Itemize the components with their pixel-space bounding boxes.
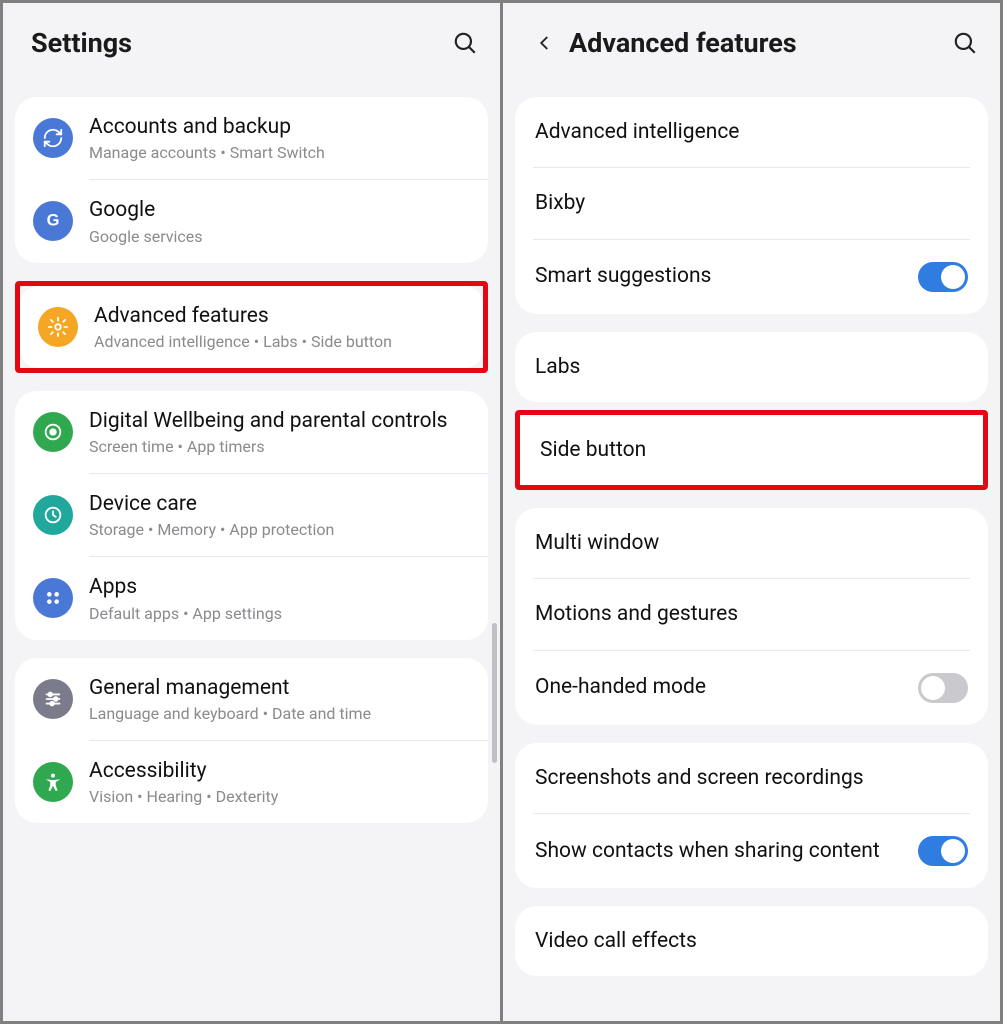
- row-subtitle: Manage accounts • Smart Switch: [89, 143, 470, 162]
- toggle-switch[interactable]: [918, 836, 968, 866]
- settings-group: Video call effects: [515, 906, 988, 976]
- settings-group: Multi window Motions and gestures One-hand…: [515, 508, 988, 725]
- settings-item-advanced-intelligence[interactable]: Advanced intelligence: [515, 97, 988, 167]
- row-title: Bixby: [535, 190, 968, 216]
- settings-item-video-call-effects[interactable]: Video call effects: [515, 906, 988, 976]
- settings-group: Digital Wellbeing and parental controls S…: [15, 391, 488, 640]
- row-subtitle: Default apps • App settings: [89, 604, 470, 623]
- sync-icon: [33, 118, 73, 158]
- advanced-list[interactable]: Advanced intelligence Bixby Smart suggesti…: [503, 79, 1000, 1021]
- search-icon: [952, 30, 978, 56]
- google-icon: G: [33, 201, 73, 241]
- row-subtitle: Storage • Memory • App protection: [89, 520, 470, 539]
- row-title: Apps: [89, 574, 470, 600]
- gear-icon: [38, 307, 78, 347]
- svg-text:G: G: [47, 212, 60, 230]
- apps-icon: [33, 578, 73, 618]
- toggle-switch[interactable]: [918, 262, 968, 292]
- settings-item-multi-window[interactable]: Multi window: [515, 508, 988, 578]
- care-icon: [33, 495, 73, 535]
- row-title: Accessibility: [89, 758, 470, 784]
- settings-item-accounts-and-backup[interactable]: Accounts and backup Manage accounts • Sma…: [15, 97, 488, 179]
- row-title: Motions and gestures: [535, 601, 968, 627]
- row-title: Advanced features: [94, 303, 465, 329]
- settings-item-general-management[interactable]: General management Language and keyboard …: [15, 658, 488, 740]
- search-button[interactable]: [950, 28, 980, 58]
- settings-item-show-contacts-when-sharing-content[interactable]: Show contacts when sharing content: [515, 814, 988, 888]
- settings-item-digital-wellbeing-and-parental-controls[interactable]: Digital Wellbeing and parental controls S…: [15, 391, 488, 473]
- row-title: Advanced intelligence: [535, 119, 968, 145]
- settings-group: Advanced features Advanced intelligence •…: [20, 286, 483, 368]
- row-text: Device care Storage • Memory • App protec…: [89, 491, 470, 539]
- advanced-features-panel: Advanced features Advanced intelligence B…: [503, 0, 1003, 1024]
- row-subtitle: Vision • Hearing • Dexterity: [89, 787, 470, 806]
- row-text: General management Language and keyboard …: [89, 675, 470, 723]
- page-title: Settings: [31, 27, 440, 59]
- settings-item-google[interactable]: G Google Google services: [15, 180, 488, 262]
- settings-item-accessibility[interactable]: Accessibility Vision • Hearing • Dexterit…: [15, 741, 488, 823]
- advanced-header: Advanced features: [503, 3, 1000, 79]
- settings-item-apps[interactable]: Apps Default apps • App settings: [15, 557, 488, 639]
- toggle-switch[interactable]: [918, 673, 968, 703]
- settings-item-one-handed-mode[interactable]: One-handed mode: [515, 651, 988, 725]
- target-icon: [33, 412, 73, 452]
- settings-group: Accounts and backup Manage accounts • Sma…: [15, 97, 488, 263]
- settings-group: Side button: [515, 410, 988, 490]
- search-button[interactable]: [450, 28, 480, 58]
- settings-list[interactable]: Accounts and backup Manage accounts • Sma…: [3, 79, 500, 1021]
- settings-header: Settings: [3, 3, 500, 79]
- row-text: Apps Default apps • App settings: [89, 574, 470, 622]
- row-text: Digital Wellbeing and parental controls S…: [89, 408, 470, 456]
- sliders-icon: [33, 679, 73, 719]
- row-subtitle: Language and keyboard • Date and time: [89, 704, 470, 723]
- settings-item-smart-suggestions[interactable]: Smart suggestions: [515, 240, 988, 314]
- settings-item-advanced-features[interactable]: Advanced features Advanced intelligence •…: [20, 286, 483, 368]
- row-title: Accounts and backup: [89, 114, 470, 140]
- settings-group: Advanced intelligence Bixby Smart suggesti…: [515, 97, 988, 314]
- settings-group: Labs: [515, 332, 988, 402]
- row-title: Screenshots and screen recordings: [535, 765, 968, 791]
- settings-item-bixby[interactable]: Bixby: [515, 168, 988, 238]
- row-text: Accessibility Vision • Hearing • Dexterit…: [89, 758, 470, 806]
- row-title: One-handed mode: [535, 674, 918, 700]
- row-title: Smart suggestions: [535, 263, 918, 289]
- row-title: Google: [89, 197, 470, 223]
- row-title: Labs: [535, 354, 968, 380]
- settings-group: General management Language and keyboard …: [15, 658, 488, 824]
- row-subtitle: Advanced intelligence • Labs • Side butt…: [94, 332, 465, 351]
- settings-item-motions-and-gestures[interactable]: Motions and gestures: [515, 579, 988, 649]
- row-subtitle: Screen time • App timers: [89, 437, 470, 456]
- row-text: Accounts and backup Manage accounts • Sma…: [89, 114, 470, 162]
- settings-panel: Settings Accounts and backup Manage accou…: [0, 0, 503, 1024]
- page-title: Advanced features: [569, 27, 940, 59]
- settings-group: Screenshots and screen recordings Show co…: [515, 743, 988, 888]
- row-title: Video call effects: [535, 928, 968, 954]
- scrollbar-thumb[interactable]: [492, 623, 497, 763]
- chevron-left-icon: [536, 34, 554, 52]
- row-subtitle: Google services: [89, 227, 470, 246]
- row-text: Google Google services: [89, 197, 470, 245]
- settings-item-screenshots-and-screen-recordings[interactable]: Screenshots and screen recordings: [515, 743, 988, 813]
- row-title: Side button: [540, 437, 963, 463]
- row-title: Device care: [89, 491, 470, 517]
- row-title: Multi window: [535, 530, 968, 556]
- accessibility-icon: [33, 762, 73, 802]
- row-title: General management: [89, 675, 470, 701]
- search-icon: [452, 30, 478, 56]
- settings-item-side-button[interactable]: Side button: [520, 415, 983, 485]
- row-title: Digital Wellbeing and parental controls: [89, 408, 470, 434]
- settings-item-device-care[interactable]: Device care Storage • Memory • App protec…: [15, 474, 488, 556]
- settings-item-labs[interactable]: Labs: [515, 332, 988, 402]
- row-text: Advanced features Advanced intelligence •…: [94, 303, 465, 351]
- back-button[interactable]: [531, 29, 559, 57]
- row-title: Show contacts when sharing content: [535, 838, 918, 864]
